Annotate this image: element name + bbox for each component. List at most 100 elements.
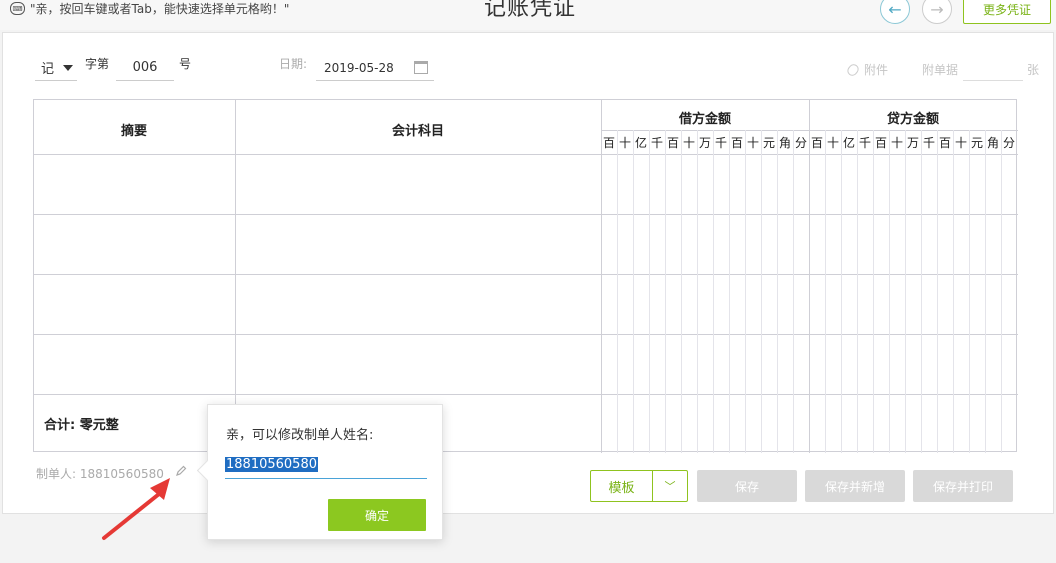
- save-and-print-button[interactable]: 保存并打印: [913, 470, 1013, 502]
- digit-divider: [1001, 130, 1002, 453]
- debit-digit-header: 百: [730, 136, 743, 150]
- row-divider: [34, 154, 1018, 155]
- debit-digit-header: 十: [746, 136, 759, 150]
- paperclip-icon: [845, 61, 861, 78]
- voucher-type-select[interactable]: 记: [35, 55, 77, 81]
- col-debit-header: 借方金额: [678, 112, 731, 127]
- credit-digit-header: 十: [954, 136, 967, 150]
- digit-divider: [729, 130, 730, 453]
- debit-digit-header: 元: [762, 136, 775, 150]
- digit-divider: [617, 130, 618, 453]
- digit-divider: [697, 130, 698, 453]
- keyboard-icon: ⌨: [10, 2, 25, 15]
- debit-digit-header: 百: [666, 136, 679, 150]
- preparer-name-selected-text: 18810560580: [225, 457, 318, 472]
- voucher-panel: 记 字第 006 号 日期: 2019-05-28 附件 附单据 张 摘要 会计…: [2, 32, 1054, 514]
- digit-divider: [937, 130, 938, 453]
- debit-digit-header: 千: [714, 136, 727, 150]
- total-label: 合计:: [44, 418, 76, 433]
- credit-digit-header: 十: [890, 136, 903, 150]
- digit-divider: [921, 130, 922, 453]
- debit-digit-header: 千: [650, 136, 663, 150]
- col-account-header: 会计科目: [391, 124, 444, 139]
- red-arrow-annotation: [102, 478, 170, 540]
- credit-digit-header: 千: [922, 136, 935, 150]
- debit-digit-header: 万: [698, 136, 711, 150]
- template-button[interactable]: 模板 ﹀: [590, 470, 688, 502]
- preparer-label: 制单人:: [36, 467, 77, 481]
- arrow-left-icon: ←: [888, 0, 902, 19]
- template-label[interactable]: 模板: [591, 471, 653, 501]
- digit-divider: [857, 130, 858, 453]
- debit-digit-header: 十: [618, 136, 631, 150]
- chevron-down-icon[interactable]: ﹀: [653, 471, 687, 501]
- keyboard-tip-text: "亲，按回车键或者Tab，能快速选择单元格哟！": [30, 2, 290, 16]
- col-credit-header: 贷方金额: [886, 112, 939, 127]
- credit-digit-header: 亿: [842, 136, 855, 150]
- date-value: 2019-05-28: [324, 60, 394, 75]
- credit-digit-header: 千: [858, 136, 871, 150]
- preparer-name-input[interactable]: 18810560580: [225, 455, 427, 479]
- prev-voucher-button[interactable]: ←: [880, 0, 910, 24]
- more-vouchers-button[interactable]: 更多凭证: [963, 0, 1051, 24]
- credit-digit-header: 元: [970, 136, 983, 150]
- debit-digit-header: 百: [602, 136, 615, 150]
- voucher-type-value: 记: [41, 62, 55, 77]
- zi-label: 字第: [85, 57, 110, 71]
- total-row: 合计: 零元整: [44, 414, 119, 433]
- digit-divider: [681, 130, 682, 453]
- digit-divider: [633, 130, 634, 453]
- digit-divider: [665, 130, 666, 453]
- digit-divider: [761, 130, 762, 453]
- top-bar: ⌨ "亲，按回车键或者Tab，能快速选择单元格哟！" 记账凭证 ← → 更多凭证: [0, 0, 1056, 30]
- voucher-number-field[interactable]: 006: [116, 55, 174, 81]
- digit-divider: [713, 130, 714, 453]
- attachment-link[interactable]: 附件: [845, 61, 889, 78]
- attach-count-field[interactable]: [963, 55, 1023, 81]
- calendar-icon[interactable]: [414, 61, 428, 74]
- credit-digit-header: 万: [906, 136, 919, 150]
- save-button[interactable]: 保存: [697, 470, 797, 502]
- digit-divider: [793, 130, 794, 453]
- digit-divider: [825, 130, 826, 453]
- row-divider: [34, 214, 1018, 215]
- hao-label: 号: [179, 57, 192, 71]
- next-voucher-button[interactable]: →: [922, 0, 952, 24]
- debit-digit-header: 角: [778, 136, 791, 150]
- credit-digit-header: 百: [810, 136, 823, 150]
- save-and-new-button[interactable]: 保存并新增: [805, 470, 905, 502]
- credit-digit-header: 分: [1002, 136, 1015, 150]
- total-value: 零元整: [79, 418, 119, 433]
- digit-divider: [649, 130, 650, 453]
- caret-down-icon: [63, 64, 73, 71]
- digit-divider: [841, 130, 842, 453]
- digit-divider: [969, 130, 970, 453]
- zhang-label: 张: [1027, 63, 1040, 77]
- edit-preparer-popover: 亲，可以修改制单人姓名: 18810560580 确定: [207, 404, 443, 540]
- attach-count-label: 附单据: [922, 63, 959, 77]
- confirm-button[interactable]: 确定: [328, 499, 426, 531]
- debit-digit-header: 亿: [634, 136, 647, 150]
- digit-divider: [953, 130, 954, 453]
- date-label: 日期:: [279, 57, 308, 71]
- digit-divider: [889, 130, 890, 453]
- debit-digit-header: 十: [682, 136, 695, 150]
- column-divider: [601, 100, 602, 453]
- popover-label: 亲，可以修改制单人姓名:: [226, 428, 374, 443]
- digit-divider: [745, 130, 746, 453]
- column-divider: [809, 100, 810, 453]
- attachment-label: 附件: [864, 63, 889, 77]
- date-field[interactable]: 2019-05-28: [316, 55, 434, 81]
- row-divider: [34, 394, 1018, 395]
- credit-digit-header: 角: [986, 136, 999, 150]
- col-summary-header: 摘要: [120, 124, 147, 139]
- voucher-table: 摘要 会计科目 借方金额 贷方金额 合计: 零元整 百十亿千百十万千百十元角分百…: [33, 99, 1018, 453]
- debit-digit-header: 分: [794, 136, 807, 150]
- arrow-right-icon: →: [930, 0, 944, 19]
- page-title: 记账凭证: [484, 0, 577, 21]
- digit-divider: [985, 130, 986, 453]
- credit-digit-header: 十: [826, 136, 839, 150]
- keyboard-tip: ⌨ "亲，按回车键或者Tab，能快速选择单元格哟！": [10, 0, 289, 17]
- credit-digit-header: 百: [874, 136, 887, 150]
- digit-divider: [905, 130, 906, 453]
